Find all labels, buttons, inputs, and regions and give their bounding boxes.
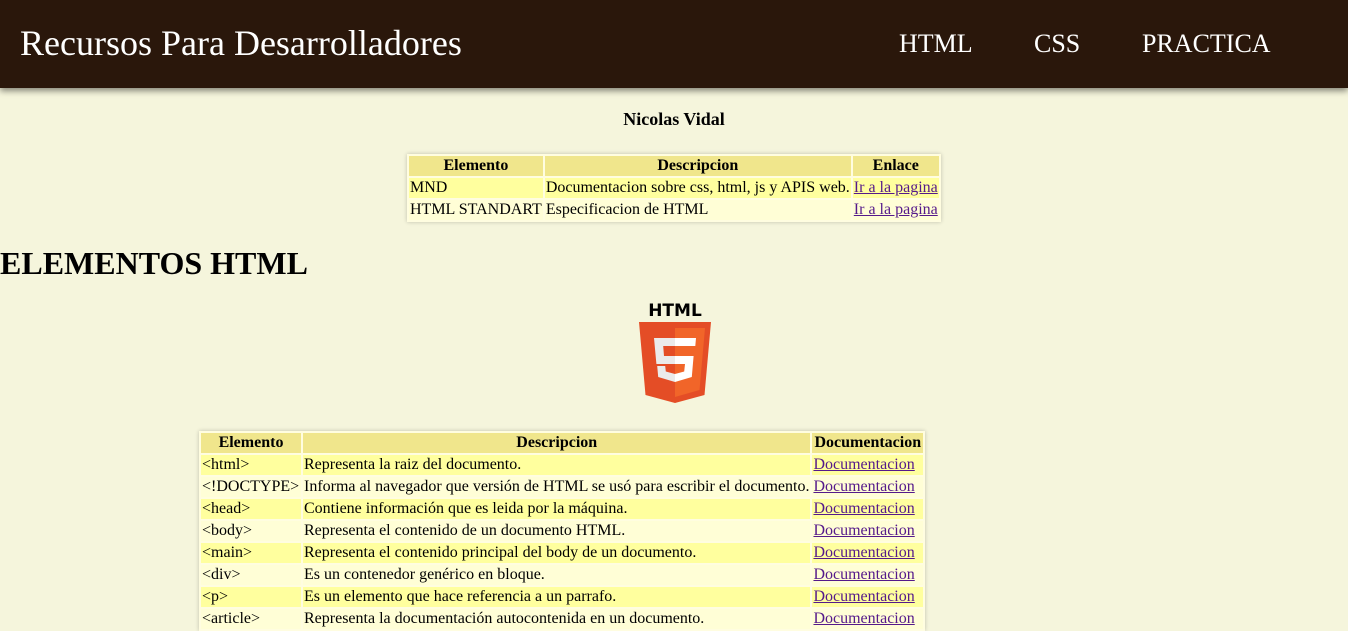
cell-elemento: <!DOCTYPE>: [201, 477, 301, 497]
documentation-link[interactable]: Documentacion: [813, 610, 914, 627]
page-link[interactable]: Ir a la pagina: [854, 179, 938, 196]
cell-documentacion: Documentacion: [812, 587, 924, 607]
cell-documentacion: Documentacion: [812, 521, 924, 541]
page-link[interactable]: Ir a la pagina: [854, 201, 938, 218]
cell-descripcion: Contiene información que es leida por la…: [303, 499, 811, 519]
cell-enlace: Ir a la pagina: [852, 200, 939, 220]
cell-documentacion: Documentacion: [812, 477, 924, 497]
cell-descripcion: Informa al navegador que versión de HTML…: [303, 477, 811, 497]
cell-documentacion: Documentacion: [812, 543, 924, 563]
documentation-link[interactable]: Documentacion: [813, 456, 914, 473]
cell-descripcion: Especificacion de HTML: [544, 200, 851, 220]
table-header-row: Elemento Descripcion Enlace: [409, 156, 939, 176]
documentation-link[interactable]: Documentacion: [813, 522, 914, 539]
resources-table: Elemento Descripcion Enlace MND Document…: [407, 154, 941, 222]
cell-documentacion: Documentacion: [812, 455, 924, 475]
cell-descripcion: Representa el contenido principal del bo…: [303, 543, 811, 563]
cell-elemento: <div>: [201, 565, 301, 585]
cell-elemento: <html>: [201, 455, 301, 475]
cell-descripcion: Representa la documentación autocontenid…: [303, 609, 811, 629]
nav-link-css[interactable]: CSS: [1034, 28, 1080, 60]
nav-link-html[interactable]: HTML: [899, 28, 973, 60]
column-header-elemento: Elemento: [201, 433, 301, 453]
column-header-elemento: Elemento: [409, 156, 543, 176]
column-header-descripcion: Descripcion: [303, 433, 811, 453]
table-row: <head> Contiene información que es leida…: [201, 499, 924, 519]
section-heading: ELEMENTOS HTML: [0, 245, 308, 281]
table-row: <main> Representa el contenido principal…: [201, 543, 924, 563]
cell-descripcion: Es un contenedor genérico en bloque.: [303, 565, 811, 585]
table-row: <article> Representa la documentación au…: [201, 609, 924, 629]
nav-link-practica[interactable]: PRACTICA: [1142, 28, 1271, 60]
cell-elemento: <head>: [201, 499, 301, 519]
documentation-link[interactable]: Documentacion: [813, 544, 914, 561]
documentation-link[interactable]: Documentacion: [813, 478, 914, 495]
column-header-enlace: Enlace: [852, 156, 939, 176]
column-header-descripcion: Descripcion: [544, 156, 851, 176]
table-row: MND Documentacion sobre css, html, js y …: [409, 178, 939, 198]
table-row: <!DOCTYPE> Informa al navegador que vers…: [201, 477, 924, 497]
documentation-link[interactable]: Documentacion: [813, 566, 914, 583]
cell-elemento: <p>: [201, 587, 301, 607]
table-row: HTML STANDART Especificacion de HTML Ir …: [409, 200, 939, 220]
column-header-documentacion: Documentacion: [812, 433, 924, 453]
table-row: <body> Representa el contenido de un doc…: [201, 521, 924, 541]
cell-descripcion: Representa el contenido de un documento …: [303, 521, 811, 541]
table-header-row: Elemento Descripcion Documentacion: [201, 433, 924, 453]
cell-elemento: <body>: [201, 521, 301, 541]
author-name: Nicolas Vidal: [623, 109, 725, 129]
elements-table: Elemento Descripcion Documentacion <html…: [199, 431, 926, 631]
cell-documentacion: Documentacion: [812, 609, 924, 629]
cell-descripcion: Representa la raiz del documento.: [303, 455, 811, 475]
site-title: Recursos Para Desarrolladores: [20, 23, 462, 63]
html5-logo-icon: HTML: [639, 301, 711, 403]
cell-elemento: <article>: [201, 609, 301, 629]
cell-enlace: Ir a la pagina: [852, 178, 939, 198]
cell-descripcion: Es un elemento que hace referencia a un …: [303, 587, 811, 607]
cell-descripcion: Documentacion sobre css, html, js y APIS…: [544, 178, 851, 198]
site-header: Recursos Para Desarrolladores HTML CSS P…: [0, 0, 1348, 88]
table-row: <html> Representa la raiz del documento.…: [201, 455, 924, 475]
cell-documentacion: Documentacion: [812, 565, 924, 585]
documentation-link[interactable]: Documentacion: [813, 500, 914, 517]
table-row: <div> Es un contenedor genérico en bloqu…: [201, 565, 924, 585]
cell-elemento: HTML STANDART: [409, 200, 543, 220]
html5-logo-text: HTML: [648, 301, 702, 321]
documentation-link[interactable]: Documentacion: [813, 588, 914, 605]
cell-documentacion: Documentacion: [812, 499, 924, 519]
table-row: <p> Es un elemento que hace referencia a…: [201, 587, 924, 607]
cell-elemento: MND: [409, 178, 543, 198]
cell-elemento: <main>: [201, 543, 301, 563]
